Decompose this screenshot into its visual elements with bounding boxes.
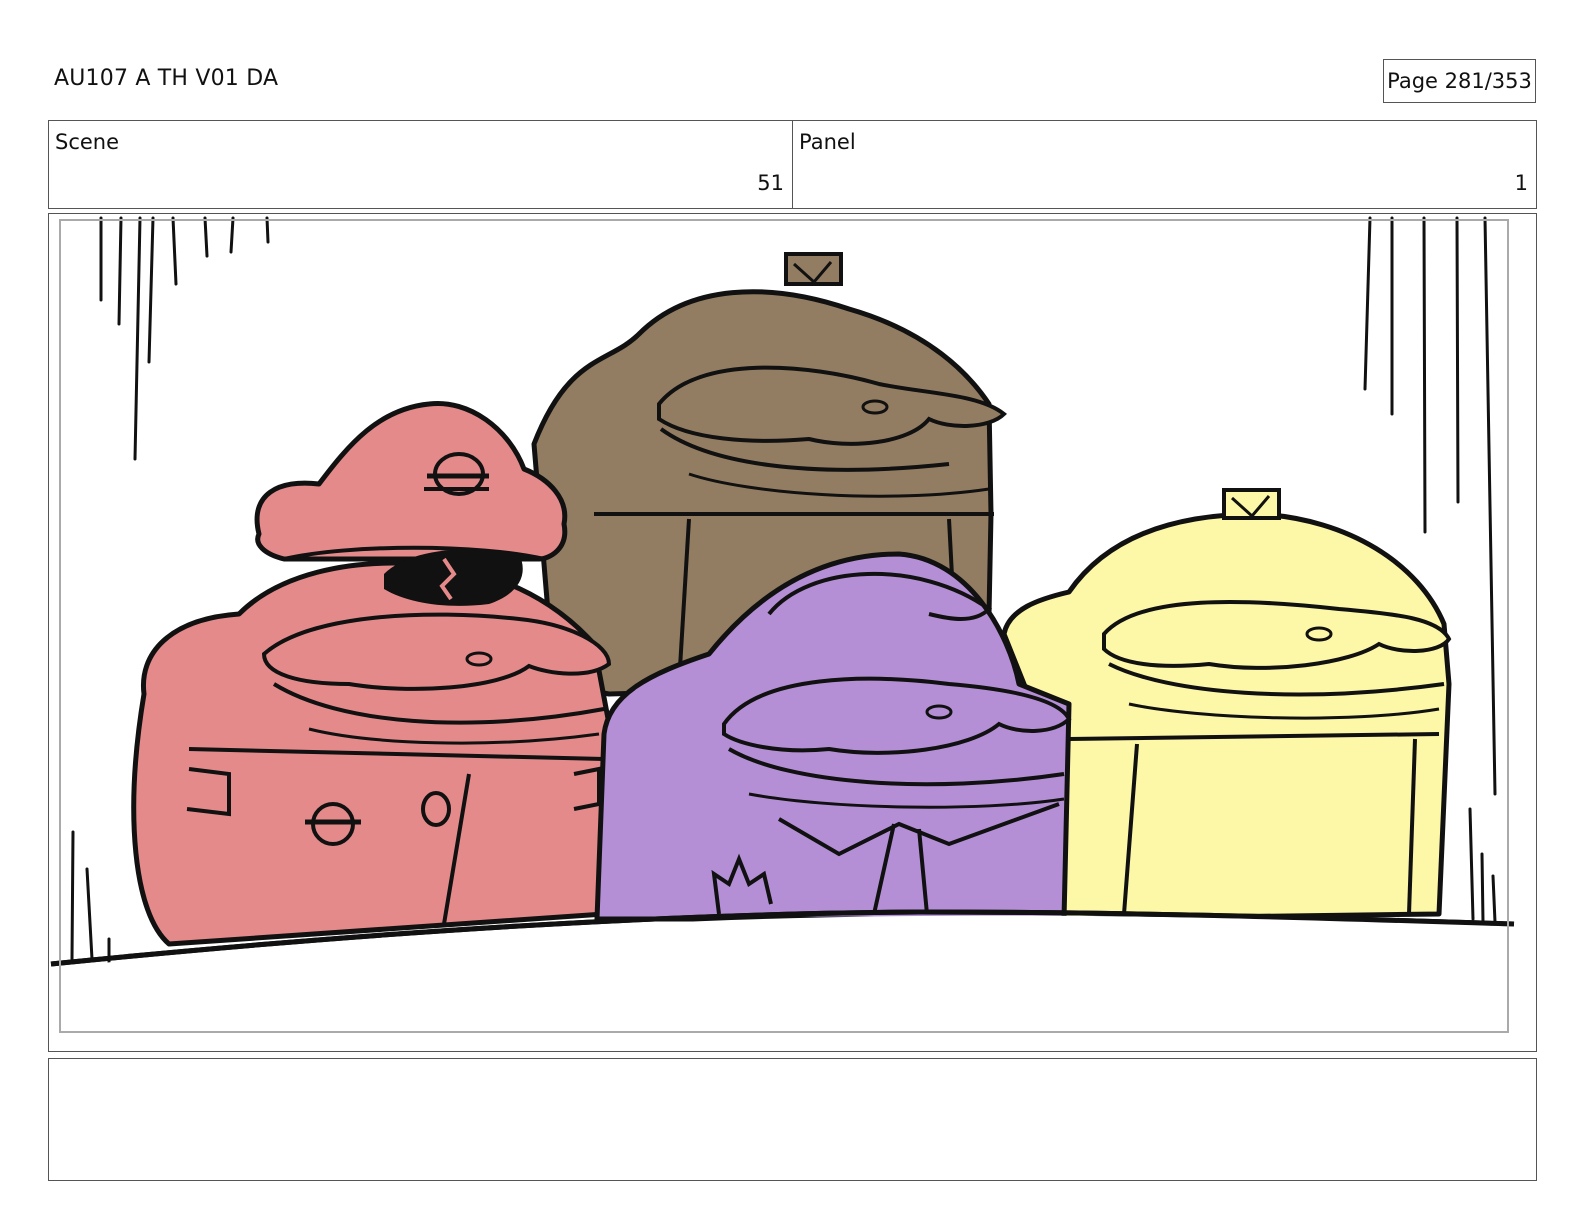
storyboard-panel-frame (48, 213, 1537, 1052)
scene-label: Scene (55, 130, 120, 154)
scene-panel-info: Scene 51 Panel 1 (48, 120, 1537, 209)
panel-cell: Panel 1 (792, 121, 1536, 208)
storyboard-drawing (50, 216, 1536, 1051)
page-indicator: Page 281/353 (1383, 59, 1536, 103)
scene-number: 51 (757, 171, 784, 195)
scene-cell: Scene 51 (49, 121, 792, 208)
notes-box (48, 1058, 1537, 1181)
document-title: AU107 A TH V01 DA (54, 66, 279, 91)
panel-number: 1 (1514, 171, 1528, 195)
pink-character (131, 400, 612, 947)
panel-label: Panel (799, 130, 856, 154)
